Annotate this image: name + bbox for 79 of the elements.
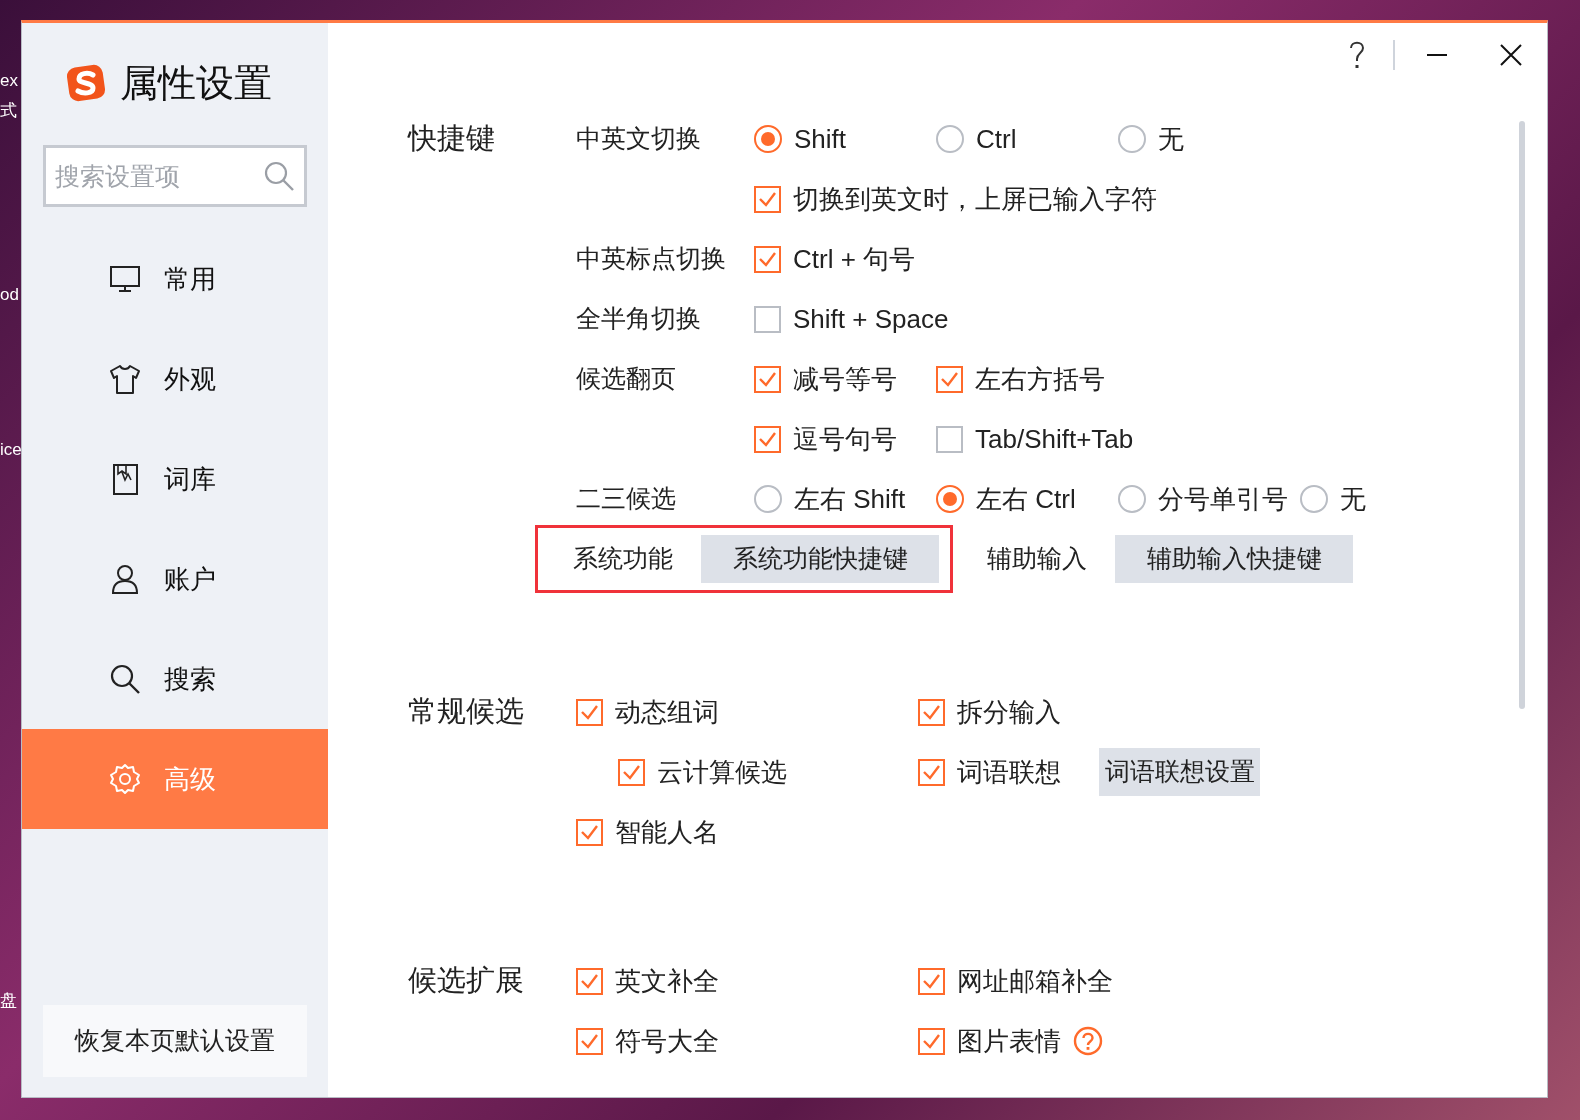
restore-defaults-button[interactable]: 恢复本页默认设置 — [43, 1005, 307, 1077]
radio-label: 无 — [1158, 122, 1184, 156]
checkbox-label: 拆分输入 — [957, 695, 1061, 729]
radio-label: 左右 Ctrl — [976, 482, 1076, 516]
checkbox[interactable] — [576, 818, 603, 846]
search-icon[interactable] — [263, 160, 295, 192]
section-title: 快捷键 — [408, 121, 495, 157]
radio-label: 左右 Shift — [794, 482, 906, 516]
checkbox[interactable] — [936, 365, 963, 393]
search-field[interactable]: 搜索设置项 — [43, 145, 307, 207]
setting-label: 二三候选 — [576, 484, 676, 513]
checkbox[interactable] — [918, 1027, 945, 1055]
sidebar-item[interactable]: 账户 — [22, 529, 328, 629]
checkbox-label: 动态组词 — [615, 695, 719, 729]
shortcut-button[interactable]: 系统功能快捷键 — [701, 535, 939, 583]
sidebar-item[interactable]: 外观 — [22, 329, 328, 429]
setting-label: 中英文切换 — [576, 124, 701, 153]
section-title: 常规候选 — [408, 694, 524, 730]
close-icon[interactable] — [1499, 43, 1523, 67]
checkbox-label: 云计算候选 — [657, 755, 787, 789]
desktop-icon-label[interactable]: ice — [0, 441, 22, 458]
checkbox-label: 网址邮箱补全 — [957, 964, 1113, 998]
desktop-icon-label[interactable]: od — [0, 286, 19, 303]
checkbox-label: 左右方括号 — [975, 362, 1105, 396]
checkbox-label: Shift + Space — [793, 302, 949, 336]
checkbox[interactable] — [754, 425, 781, 453]
checkbox-label: 图片表情 — [957, 1024, 1061, 1058]
shortcut-button[interactable]: 辅助输入快捷键 — [1115, 535, 1353, 583]
setting-label: 候选翻页 — [576, 364, 676, 393]
checkbox[interactable] — [918, 758, 945, 786]
radio-button[interactable] — [936, 125, 964, 153]
checkbox-label: Ctrl + 句号 — [793, 242, 916, 276]
sidebar-item[interactable]: 词库 — [22, 429, 328, 529]
setting-label: 全半角切换 — [576, 304, 701, 333]
checkbox[interactable] — [754, 245, 781, 273]
checkbox-label: 智能人名 — [615, 815, 719, 849]
radio-label: 分号单引号 — [1158, 482, 1288, 516]
shirt-icon — [108, 362, 142, 396]
gear-icon — [108, 762, 142, 796]
checkbox-label: Tab/Shift+Tab — [975, 422, 1134, 456]
checkbox[interactable] — [754, 305, 781, 333]
desktop-icon-label[interactable]: 式 — [0, 102, 17, 119]
section-title: 候选扩展 — [408, 963, 524, 999]
setting-label: 中英标点切换 — [576, 244, 726, 273]
sidebar-item[interactable]: 常用 — [22, 229, 328, 329]
checkbox-label: 词语联想 — [957, 755, 1061, 789]
checkbox-label: 符号大全 — [615, 1024, 719, 1058]
desktop-icon-label[interactable]: ex — [0, 72, 18, 89]
radio-label: Ctrl — [976, 122, 1017, 156]
radio-button[interactable] — [1118, 125, 1146, 153]
checkbox[interactable] — [754, 185, 781, 213]
settings-button[interactable]: 词语联想设置 — [1099, 748, 1260, 796]
checkbox[interactable] — [576, 698, 603, 726]
radio-label: 无 — [1340, 482, 1366, 516]
sidebar-item[interactable]: 搜索 — [22, 629, 328, 729]
radio-button[interactable] — [936, 485, 964, 513]
checkbox[interactable] — [754, 365, 781, 393]
checkbox[interactable] — [576, 967, 603, 995]
checkbox-label: 减号等号 — [793, 362, 897, 396]
window-title: 属性设置 — [120, 60, 272, 106]
checkbox-label: 逗号句号 — [793, 422, 897, 456]
checkbox[interactable] — [918, 698, 945, 726]
radio-button[interactable] — [754, 125, 782, 153]
checkbox[interactable] — [936, 425, 963, 453]
checkbox-label: 切换到英文时，上屏已输入字符 — [793, 182, 1157, 216]
radio-button[interactable] — [1300, 485, 1328, 513]
checkbox[interactable] — [576, 1027, 603, 1055]
radio-button[interactable] — [1118, 485, 1146, 513]
setting-label: 系统功能 — [573, 543, 674, 575]
checkbox-label: 英文补全 — [615, 964, 719, 998]
scrollbar[interactable] — [1519, 121, 1525, 709]
radio-button[interactable] — [754, 485, 782, 513]
checkbox[interactable] — [618, 758, 645, 786]
app-logo-icon — [66, 63, 106, 103]
radio-label: Shift — [794, 122, 847, 156]
search-icon — [108, 662, 142, 696]
desktop-icon-label[interactable]: 盘 — [0, 992, 17, 1009]
setting-label: 辅助输入 — [987, 543, 1088, 575]
checkbox[interactable] — [918, 967, 945, 995]
